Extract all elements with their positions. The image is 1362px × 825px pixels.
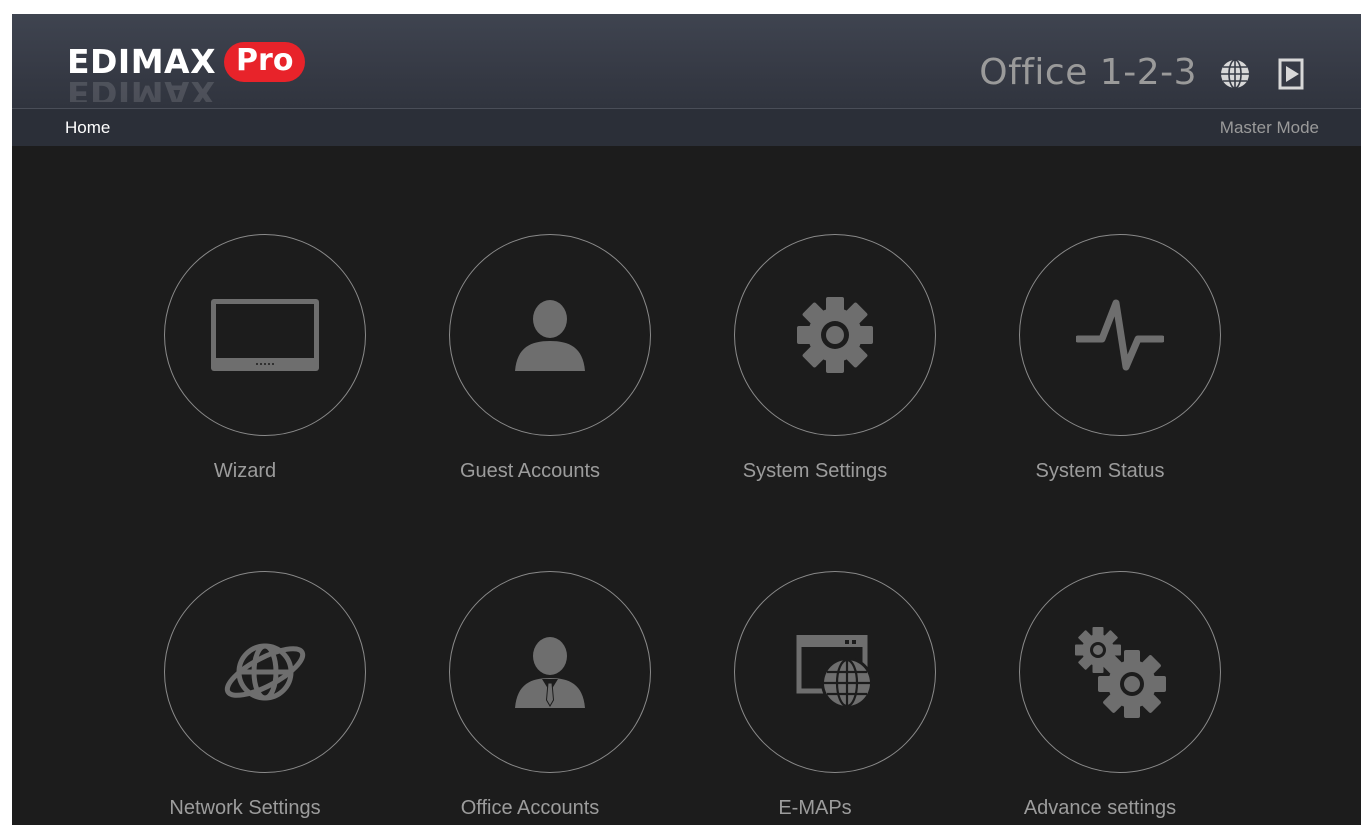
tile-label-office-accounts: Office Accounts: [460, 797, 600, 819]
tile-label-guest-accounts: Guest Accounts: [459, 460, 601, 482]
tile-circle: [734, 571, 936, 773]
tile-label-system-settings: System Settings: [742, 460, 888, 482]
gear-icon: [797, 297, 873, 373]
logout-icon: [1278, 58, 1304, 90]
tile-circle: [164, 571, 366, 773]
tile-circle: [164, 234, 366, 436]
breadcrumb-home[interactable]: Home: [65, 118, 110, 138]
device-name: Office 1-2-3: [979, 52, 1197, 93]
tile-label-system-status: System Status: [1035, 460, 1165, 482]
tile-circle: [734, 234, 936, 436]
tile-label-network-settings: Network Settings: [169, 797, 321, 819]
app-frame: EDIMAX Pro EDIMAX Office 1-2-3 Home Mast…: [12, 14, 1361, 825]
tile-circle: [449, 571, 651, 773]
tile-guest-accounts[interactable]: Guest Accounts: [400, 234, 660, 514]
tile-label-wizard: Wizard: [213, 460, 277, 482]
tile-label-advance-settings: Advance settings: [1023, 797, 1177, 819]
tile-system-settings[interactable]: System Settings: [685, 234, 945, 514]
logo-text: EDIMAX: [67, 42, 217, 81]
tile-label-e-maps: E-MAPs: [778, 797, 852, 819]
breadcrumb-bar: Home Master Mode: [12, 109, 1361, 146]
language-button[interactable]: [1219, 58, 1251, 90]
header: EDIMAX Pro EDIMAX Office 1-2-3: [12, 14, 1361, 109]
tile-system-status[interactable]: System Status: [970, 234, 1230, 514]
tile-advance-settings[interactable]: Advance settings: [970, 571, 1230, 825]
logo-badge: Pro: [224, 42, 306, 82]
logo-reflection-text: EDIMAX: [67, 82, 217, 102]
tile-circle: [1019, 234, 1221, 436]
tile-wizard[interactable]: Wizard: [115, 234, 375, 514]
user-icon: [515, 300, 585, 371]
globe-icon: [1221, 59, 1249, 89]
office-user-icon: [515, 637, 585, 708]
edimax-pro-logo: EDIMAX Pro EDIMAX: [67, 34, 337, 104]
logout-button[interactable]: [1277, 58, 1305, 90]
tile-circle: [1019, 571, 1221, 773]
web-map-icon: [796, 635, 873, 709]
mode-label: Master Mode: [1219, 118, 1319, 137]
tile-network-settings[interactable]: Network Settings: [115, 571, 375, 825]
pulse-icon: [1076, 299, 1164, 371]
network-globe-icon: [224, 643, 306, 701]
tile-e-maps[interactable]: E-MAPs: [685, 571, 945, 825]
tile-office-accounts[interactable]: Office Accounts: [400, 571, 660, 825]
monitor-icon: [211, 299, 319, 371]
gears-icon: [1075, 627, 1166, 718]
tile-circle: [449, 234, 651, 436]
